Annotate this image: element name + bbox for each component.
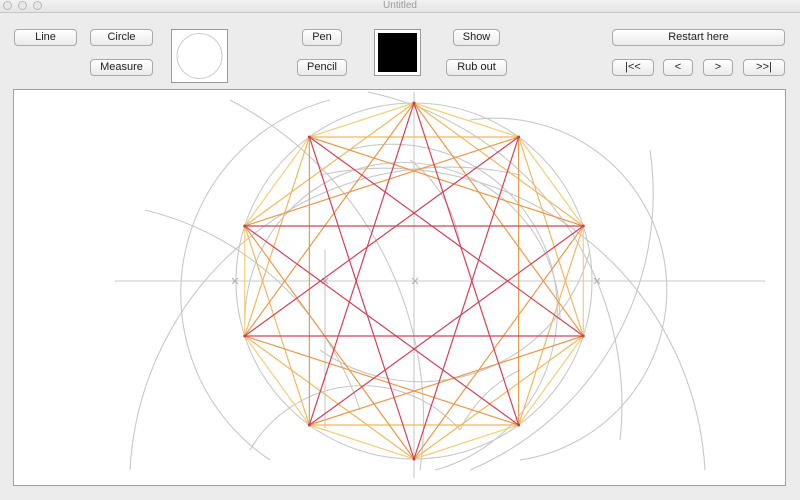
circle-tool-button[interactable]: Circle [90, 29, 153, 46]
line-tool-button[interactable]: Line [14, 29, 77, 46]
vertex-point [581, 334, 585, 338]
star-10-3-edge [244, 335, 519, 426]
vertex-point [307, 423, 311, 427]
star-10-3-edge [413, 225, 584, 460]
pencil-button[interactable]: Pencil [297, 59, 347, 76]
show-button[interactable]: Show [453, 29, 500, 46]
star-10-4-edge [309, 225, 584, 426]
vertex-point [412, 457, 416, 461]
decagon-edge [244, 136, 310, 227]
decagon-edge [518, 335, 584, 426]
vertex-point [517, 423, 521, 427]
rub-out-button[interactable]: Rub out [446, 59, 507, 76]
star-10-4-edge [413, 102, 520, 426]
decagon-edge [244, 335, 310, 426]
window-title: Untitled [383, 0, 417, 11]
star-10-3-edge [309, 335, 584, 426]
compass-preview[interactable] [171, 29, 228, 83]
vertex-point [307, 135, 311, 139]
drawing-canvas[interactable] [13, 89, 786, 486]
color-well[interactable] [374, 29, 421, 76]
star-10-4-edge [244, 136, 519, 337]
first-step-button[interactable]: |<< [612, 59, 654, 76]
vertex-point [243, 334, 247, 338]
compass-circle-icon [176, 33, 223, 79]
measure-tool-button[interactable]: Measure [90, 59, 153, 76]
previous-step-button[interactable]: < [663, 59, 693, 76]
star-10-3-edge [413, 102, 584, 337]
vertex-point [412, 101, 416, 105]
star-10-2-edge [244, 335, 415, 460]
star-10-2-edge [413, 335, 584, 460]
star-10-3-edge [309, 136, 584, 227]
vertex-point [517, 135, 521, 139]
star-10-3-edge [244, 102, 415, 337]
decagon-edge [518, 136, 584, 227]
decagon-edge [413, 102, 519, 138]
pen-button[interactable]: Pen [302, 29, 342, 46]
vertex-point [581, 224, 585, 228]
last-step-button[interactable]: >>| [743, 59, 785, 76]
construction-arc [347, 143, 558, 471]
star-10-2-edge [244, 102, 415, 227]
star-10-2-edge [413, 102, 584, 227]
vertex-point [243, 224, 247, 228]
next-step-button[interactable]: > [703, 59, 733, 76]
star-10-4-edge [244, 225, 519, 426]
current-color-swatch [378, 33, 417, 72]
star-10-4-edge [413, 136, 520, 460]
decagon-edge [309, 102, 415, 138]
construction-arc [144, 209, 361, 411]
construction-drawing [115, 91, 765, 478]
restart-here-button[interactable]: Restart here [612, 29, 785, 46]
decagon-edge [309, 424, 415, 460]
title-bar: Untitled [0, 0, 800, 13]
